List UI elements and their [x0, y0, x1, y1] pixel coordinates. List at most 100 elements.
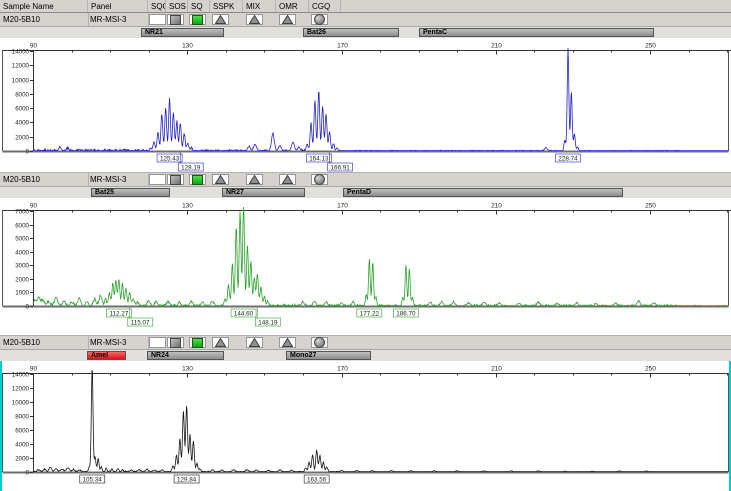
sphere-icon [314, 174, 325, 185]
svg-text:6000: 6000 [15, 223, 29, 230]
sspk-flag-icon[interactable] [212, 14, 229, 25]
svg-text:210: 210 [491, 203, 502, 210]
electropherogram-plot[interactable]: 9013017021025001000200030004000500060007… [0, 198, 731, 335]
marker-bar-pentad[interactable]: PentaD [343, 188, 623, 197]
omr-flag-icon[interactable] [279, 337, 296, 348]
triangle-icon [249, 15, 260, 24]
sos-flag-icon[interactable] [167, 174, 184, 185]
svg-text:4000: 4000 [15, 250, 29, 257]
peak-size-label[interactable]: 164.13 [306, 154, 331, 162]
marker-bar-nr21[interactable]: NR21 [141, 28, 224, 37]
svg-text:166.91: 166.91 [330, 164, 350, 171]
column-header-sqo[interactable]: SQO [148, 0, 166, 12]
svg-text:12000: 12000 [12, 386, 30, 393]
svg-text:250: 250 [645, 366, 656, 373]
column-header-sample-name[interactable]: Sample Name [0, 0, 88, 12]
triangle-icon [282, 15, 293, 24]
column-header-cgq[interactable]: CGQ [309, 0, 341, 12]
column-header-sspk[interactable]: SSPK [210, 0, 243, 12]
peak-size-label[interactable]: 105.34 [80, 475, 105, 483]
sample-row: M20-5B10 MR-MSI-3 [0, 336, 731, 350]
triangle-icon [215, 175, 226, 184]
svg-text:14000: 14000 [12, 49, 30, 56]
cgq-flag-icon[interactable] [311, 337, 328, 348]
plot-frame [2, 51, 731, 152]
sizing-quality-pass-icon[interactable] [189, 14, 206, 25]
sphere-icon [314, 337, 325, 348]
cgq-flag-icon[interactable] [311, 14, 328, 25]
box-icon [170, 15, 181, 25]
omr-flag-icon[interactable] [279, 174, 296, 185]
marker-row: Amel NR24 Mono27 [0, 350, 731, 361]
triangle-icon [215, 15, 226, 24]
marker-bar-bat25[interactable]: Bat25 [91, 188, 170, 197]
marker-bar-mono27[interactable]: Mono27 [286, 351, 371, 360]
peak-size-label[interactable]: 163.56 [304, 475, 329, 483]
svg-text:170: 170 [337, 203, 348, 210]
cgq-flag-icon[interactable] [311, 174, 328, 185]
column-header-row: Sample NamePanelSQOSOSSQSSPKMIXOMRCGQ [0, 0, 731, 13]
mix-flag-icon[interactable] [246, 174, 263, 185]
svg-text:2000: 2000 [15, 135, 29, 142]
svg-text:10000: 10000 [12, 400, 30, 407]
svg-text:6000: 6000 [15, 106, 29, 113]
svg-text:163.56: 163.56 [307, 476, 327, 483]
sqo-flag-cell[interactable] [149, 337, 166, 348]
mix-flag-icon[interactable] [246, 337, 263, 348]
peak-size-label[interactable]: 129.84 [174, 475, 199, 483]
svg-text:112.27: 112.27 [109, 310, 128, 317]
sizing-quality-pass-icon[interactable] [189, 174, 206, 185]
svg-text:14000: 14000 [12, 372, 30, 379]
sos-flag-icon[interactable] [167, 14, 184, 25]
svg-text:4000: 4000 [15, 120, 29, 127]
mix-flag-icon[interactable] [246, 14, 263, 25]
electropherogram-plot[interactable]: 9013017021025002000400060008000100001200… [0, 38, 731, 172]
sample-row: M20-5B10 MR-MSI-3 [0, 13, 731, 27]
peak-size-label[interactable]: 186.70 [393, 309, 418, 317]
marker-bar-bat26[interactable]: Bat26 [303, 28, 399, 37]
triangle-icon [215, 338, 226, 347]
sqo-flag-cell[interactable] [149, 174, 166, 185]
sample-panel-2: M20-5B10 MR-MSI-3 Bat25NR27PentaD 901301… [0, 173, 731, 336]
electropherogram-plot[interactable]: 9013017021025002000400060008000100001200… [0, 361, 731, 491]
sample-panel-1: M20-5B10 MR-MSI-3 NR21Bat26PentaC 901301… [0, 13, 731, 173]
column-header-omr[interactable]: OMR [276, 0, 309, 12]
genemapper-samples-plot-window: Sample NamePanelSQOSOSSQSSPKMIXOMRCGQ M2… [0, 0, 731, 491]
peak-size-label[interactable]: 125.43 [157, 154, 182, 162]
svg-text:8000: 8000 [15, 414, 29, 421]
column-header-mix[interactable]: MIX [243, 0, 276, 12]
sqo-flag-cell[interactable] [149, 14, 166, 25]
column-header-panel[interactable]: Panel [88, 0, 148, 12]
svg-text:3000: 3000 [15, 263, 29, 270]
marker-bar-nr27[interactable]: NR27 [222, 188, 305, 197]
marker-bar-pentac[interactable]: PentaC [419, 28, 654, 37]
peak-size-label[interactable]: 177.22 [357, 309, 382, 317]
sos-flag-icon[interactable] [167, 337, 184, 348]
marker-bar-amel[interactable]: Amel [87, 351, 126, 360]
peak-size-label[interactable]: 144.60 [231, 309, 256, 317]
green-square-icon [192, 175, 203, 185]
box-icon [170, 175, 181, 185]
svg-text:170: 170 [337, 366, 348, 373]
triangle-icon [282, 175, 293, 184]
peak-size-label[interactable]: 228.74 [556, 154, 581, 162]
column-header-sq[interactable]: SQ [188, 0, 210, 12]
svg-text:129.84: 129.84 [177, 476, 197, 483]
sspk-flag-icon[interactable] [212, 337, 229, 348]
sspk-flag-icon[interactable] [212, 174, 229, 185]
marker-bar-nr24[interactable]: NR24 [147, 351, 224, 360]
svg-text:130: 130 [182, 43, 193, 50]
triangle-icon [249, 338, 260, 347]
column-header-sos[interactable]: SOS [166, 0, 188, 12]
svg-text:10000: 10000 [12, 78, 30, 85]
omr-flag-icon[interactable] [279, 14, 296, 25]
quality-flag-strip [0, 173, 731, 186]
svg-text:128.19: 128.19 [181, 164, 201, 171]
marker-row: NR21 Bat26 PentaC [0, 27, 731, 38]
peak-size-label[interactable]: 112.27 [106, 309, 131, 317]
svg-text:130: 130 [182, 203, 193, 210]
sizing-quality-pass-icon[interactable] [189, 337, 206, 348]
peak-size-label[interactable]: 148.19 [255, 308, 280, 327]
svg-text:1000: 1000 [15, 290, 29, 297]
svg-text:210: 210 [491, 43, 502, 50]
